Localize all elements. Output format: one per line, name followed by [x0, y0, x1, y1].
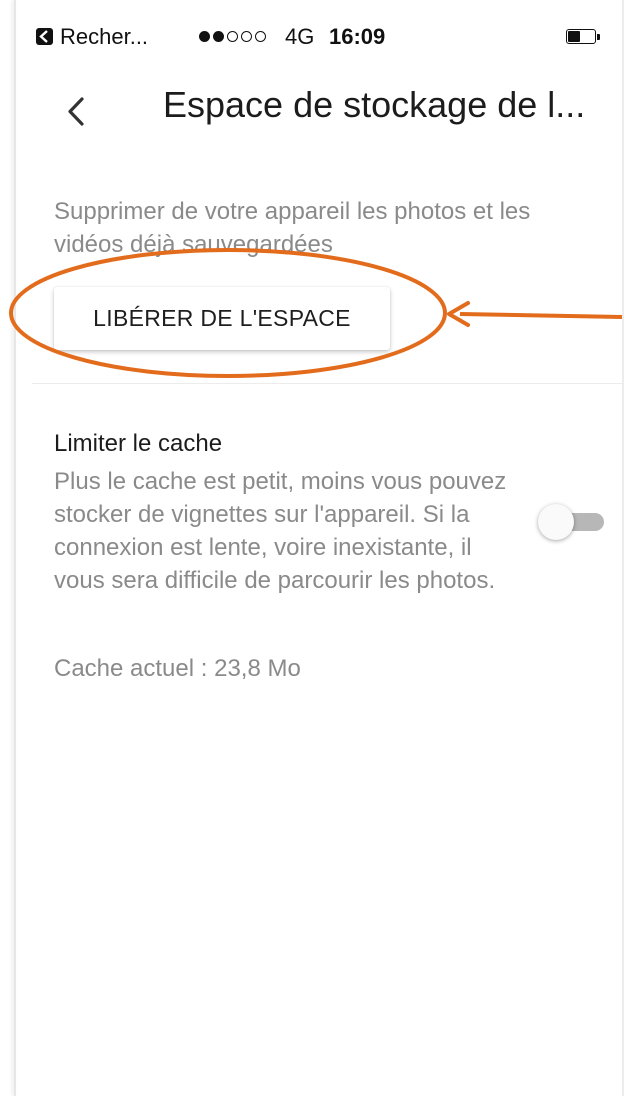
free-space-description: Supprimer de votre appareil les photos e…	[54, 198, 531, 258]
back-to-app-label[interactable]: Recher...	[60, 24, 148, 50]
signal-dot	[213, 31, 224, 42]
status-time: 16:09	[329, 24, 386, 49]
device-frame-right-edge	[622, 0, 624, 1096]
signal-dot	[241, 31, 252, 42]
network-type: 4G	[285, 24, 315, 49]
signal-strength-icon	[199, 31, 279, 43]
annotation-arrowhead	[447, 301, 470, 327]
toggle-knob	[538, 504, 574, 540]
annotation-arrow-line	[459, 312, 623, 319]
chevron-left-icon	[68, 97, 84, 126]
battery-level	[568, 31, 580, 42]
status-bar: Recher... 4G 16:09	[0, 0, 625, 74]
device-frame-left-edge	[14, 0, 16, 1096]
limit-cache-toggle[interactable]	[536, 501, 608, 541]
back-to-app-icon[interactable]	[36, 28, 53, 45]
header: Espace de stockage de l...	[0, 74, 625, 154]
current-cache-size: Cache actuel : 23,8 Mo	[54, 655, 301, 682]
limit-cache-title: Limiter le cache	[54, 430, 223, 457]
free-up-space-button[interactable]: LIBÉRER DE L'ESPACE	[54, 287, 390, 350]
page-title: Espace de stockage de l...	[163, 84, 586, 125]
back-button[interactable]	[58, 84, 98, 139]
battery-icon	[566, 29, 604, 45]
limit-cache-description: Plus le cache est petit, moins vous pouv…	[54, 468, 507, 594]
section-divider	[32, 383, 622, 384]
signal-dot	[255, 31, 266, 42]
signal-dot	[227, 31, 238, 42]
signal-dot	[199, 31, 210, 42]
